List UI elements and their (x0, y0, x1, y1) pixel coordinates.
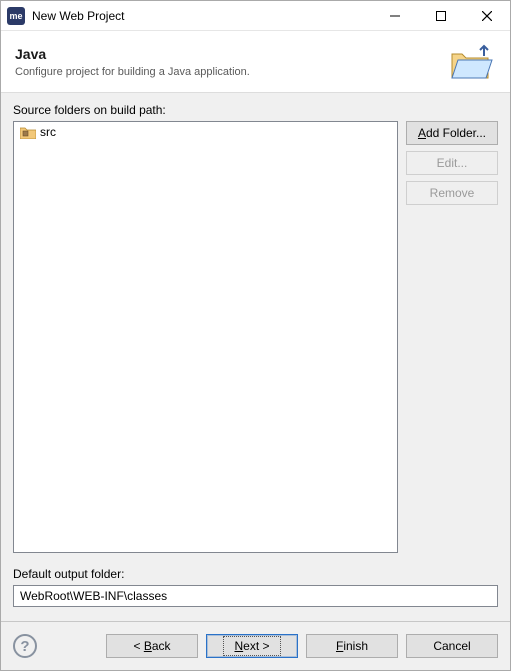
window-title: New Web Project (32, 9, 124, 23)
page-subtitle: Configure project for building a Java ap… (15, 66, 448, 78)
maximize-icon (436, 11, 446, 21)
button-bar: ? < Back Next > Finish Cancel (1, 622, 510, 670)
close-button[interactable] (464, 1, 510, 31)
wizard-banner: Java Configure project for building a Ja… (1, 31, 510, 93)
minimize-button[interactable] (372, 1, 418, 31)
content-area: Source folders on build path: src Add Fo… (1, 93, 510, 621)
close-icon (482, 11, 492, 21)
source-folder-item[interactable]: src (16, 124, 395, 140)
finish-button[interactable]: Finish (306, 634, 398, 658)
page-title: Java (15, 46, 448, 62)
output-folder-label: Default output folder: (13, 567, 498, 581)
side-buttons: Add Folder... Edit... Remove (406, 121, 498, 553)
next-button[interactable]: Next > (206, 634, 298, 658)
help-icon[interactable]: ? (13, 634, 37, 658)
source-folders-tree[interactable]: src (13, 121, 398, 553)
output-folder-input[interactable] (13, 585, 498, 607)
edit-button: Edit... (406, 151, 498, 175)
source-folder-name: src (40, 125, 56, 139)
package-folder-icon (20, 125, 36, 139)
titlebar: me New Web Project (1, 1, 510, 31)
open-folder-icon (448, 42, 496, 82)
source-folders-label: Source folders on build path: (13, 103, 498, 117)
add-folder-button[interactable]: Add Folder... (406, 121, 498, 145)
maximize-button[interactable] (418, 1, 464, 31)
app-icon: me (7, 7, 25, 25)
cancel-button[interactable]: Cancel (406, 634, 498, 658)
remove-button: Remove (406, 181, 498, 205)
minimize-icon (390, 11, 400, 21)
back-button[interactable]: < Back (106, 634, 198, 658)
